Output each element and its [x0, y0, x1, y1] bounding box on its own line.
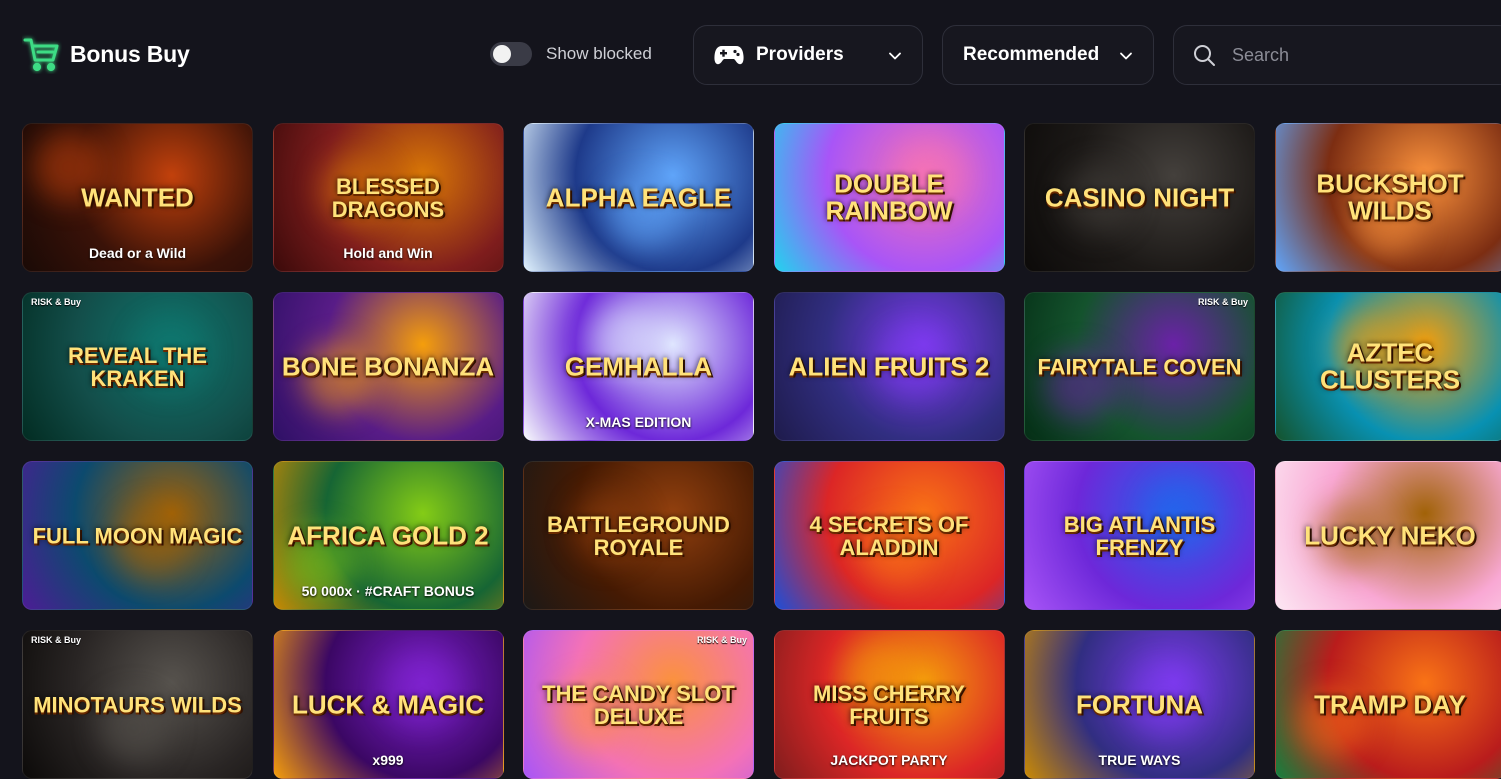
game-tile[interactable]: Alpha Eagle [523, 123, 754, 272]
game-title: Alien Fruits 2 [788, 350, 990, 381]
game-tile[interactable]: Reveal the Kraken RISK & Buy [22, 292, 253, 441]
game-title: Alpha Eagle [545, 181, 732, 212]
game-title: Blessed Dragons [331, 173, 445, 222]
game-subtitle: 50 000x · #CRAFT BONUS [301, 583, 475, 599]
game-title: Bone Bonanza [281, 350, 495, 381]
game-title: Miss Cherry Fruits [813, 680, 965, 729]
brand: Bonus Buy [22, 34, 190, 74]
game-title: Casino Night [1044, 181, 1235, 212]
game-tile[interactable]: The Candy Slot Deluxe RISK & Buy [523, 630, 754, 779]
sort-dropdown[interactable]: Recommended [942, 25, 1154, 85]
brand-label: Bonus Buy [70, 40, 190, 67]
game-subtitle: Hold and Win [343, 245, 433, 261]
chevron-down-icon [1120, 52, 1132, 60]
providers-label: Providers [756, 44, 844, 65]
game-tile[interactable]: Tramp Day [1274, 630, 1501, 779]
risk-buy-badge: RISK & Buy [31, 297, 82, 307]
game-title: Fortuna [1075, 688, 1204, 719]
search-input[interactable] [1232, 44, 1472, 66]
game-title: Big Atlantis Frenzy [1063, 511, 1216, 560]
game-tile[interactable]: Blessed Dragons Hold and Win [272, 123, 504, 272]
risk-buy-badge: RISK & Buy [1197, 297, 1248, 307]
show-blocked-toggle[interactable]: Show blocked [490, 42, 652, 66]
game-title: Lucky Neko [1304, 519, 1476, 550]
game-title: Africa Gold 2 [287, 519, 489, 550]
game-title: Buckshot Wilds [1316, 168, 1464, 226]
game-tile[interactable]: Miss Cherry Fruits JACKPOT PARTY [773, 630, 1005, 779]
game-subtitle: x999 [372, 752, 404, 768]
game-subtitle: TRUE WAYS [1098, 752, 1181, 768]
game-tile[interactable]: Wanted Dead or a Wild [22, 123, 253, 272]
providers-dropdown[interactable]: Providers [693, 25, 923, 85]
game-tile[interactable]: Fairytale Coven RISK & Buy [1024, 292, 1255, 441]
game-title: 4 secrets of Aladdin [809, 511, 969, 560]
game-tile[interactable]: Aztec Clusters [1274, 292, 1501, 441]
search-box[interactable] [1173, 25, 1501, 85]
game-title: Luck & Magic [291, 688, 485, 719]
game-tile[interactable]: Fortuna TRUE WAYS [1024, 630, 1255, 779]
game-tile[interactable]: Double Rainbow [773, 123, 1005, 272]
game-subtitle: X-MAS EDITION [585, 414, 692, 430]
game-title: Aztec Clusters [1319, 337, 1461, 395]
toggle-switch[interactable] [490, 42, 532, 66]
game-tile[interactable]: Full Moon Magic [22, 461, 253, 610]
game-tile[interactable]: 4 secrets of Aladdin [773, 461, 1005, 610]
game-title: Double Rainbow [825, 168, 953, 226]
game-title: Wanted [81, 181, 194, 212]
risk-buy-badge: RISK & Buy [696, 635, 747, 645]
game-tile[interactable]: Minotaurs Wilds RISK & Buy [22, 630, 253, 779]
game-tile[interactable]: Casino Night [1024, 123, 1255, 272]
game-title: Minotaurs Wilds [33, 691, 242, 717]
toggle-label: Show blocked [546, 44, 652, 63]
game-tile[interactable]: Gemhalla X-MAS EDITION [523, 292, 754, 441]
game-tile[interactable]: Battleground Royale [523, 461, 754, 610]
game-tile[interactable]: Bone Bonanza [272, 292, 504, 441]
chevron-down-icon [889, 52, 901, 60]
gamepad-icon [714, 46, 744, 65]
game-title: Battleground Royale [547, 511, 730, 560]
game-title: The Candy Slot Deluxe [542, 680, 735, 729]
top-bar: Bonus Buy Show blocked Providers Recomme… [0, 0, 1501, 110]
search-icon [1194, 45, 1215, 66]
game-title: Tramp Day [1314, 688, 1466, 719]
game-grid: Wanted Dead or a Wild Blessed Dragons Hold … [22, 123, 1501, 779]
game-subtitle: JACKPOT PARTY [830, 752, 948, 768]
game-title: Full Moon Magic [32, 522, 243, 548]
game-tile[interactable]: Buckshot Wilds [1274, 123, 1501, 272]
game-tile[interactable]: Lucky Neko [1274, 461, 1501, 610]
game-subtitle: Dead or a Wild [88, 245, 187, 261]
cart-icon [23, 38, 59, 72]
game-tile[interactable]: Luck & Magic x999 [272, 630, 504, 779]
game-title: Reveal the Kraken [68, 342, 207, 391]
toggle-knob [493, 45, 511, 63]
game-tile[interactable]: Big Atlantis Frenzy [1024, 461, 1255, 610]
game-title: Gemhalla [564, 350, 713, 381]
sort-label: Recommended [963, 44, 1100, 65]
risk-buy-badge: RISK & Buy [31, 635, 82, 645]
game-title: Fairytale Coven [1037, 353, 1242, 379]
game-tile[interactable]: Alien Fruits 2 [773, 292, 1005, 441]
game-tile[interactable]: Africa Gold 2 50 000x · #CRAFT BONUS [272, 461, 504, 610]
